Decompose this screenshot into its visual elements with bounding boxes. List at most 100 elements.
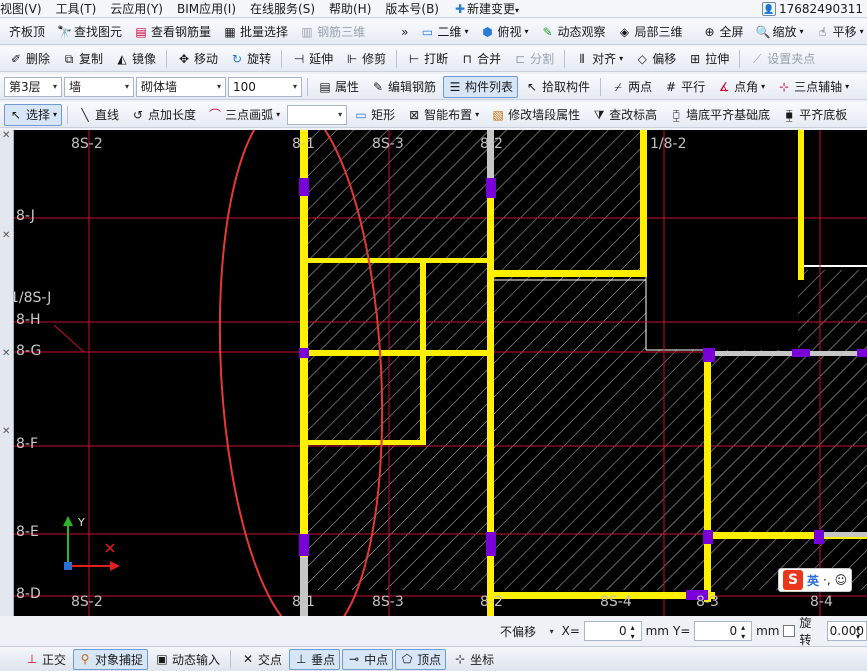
- rotate-button[interactable]: ↻ 旋转: [225, 48, 276, 70]
- merge-icon: ⊓: [462, 51, 472, 66]
- grid-label-bottom: 8S-3: [372, 594, 404, 610]
- properties-button[interactable]: ▤ 属性: [313, 76, 364, 98]
- pick-component-button[interactable]: ↖ 拾取构件: [520, 76, 595, 98]
- select-button[interactable]: ↖ 选择 ▾: [4, 103, 63, 126]
- merge-button[interactable]: ⊓ 合并: [455, 48, 506, 70]
- size-select[interactable]: 100 ▾: [228, 76, 302, 97]
- set-grip-button[interactable]: ⟋ 设置夹点: [745, 48, 820, 70]
- menu-view[interactable]: 视图(V): [0, 0, 42, 17]
- menu-help[interactable]: 帮助(H): [329, 0, 371, 17]
- delete-button[interactable]: ✐ 删除: [4, 48, 55, 70]
- ime-toolbar[interactable]: S 英 ·, ☺: [778, 568, 853, 592]
- rectangle-icon: ▭: [355, 107, 367, 122]
- align-icon: ⫴: [579, 51, 585, 66]
- menu-version[interactable]: 版本号(B): [385, 0, 439, 17]
- view-2d-button[interactable]: ▭ 二维 ▾: [415, 21, 473, 43]
- separator: [307, 77, 308, 96]
- type-select[interactable]: 砌体墙 ▾: [136, 76, 226, 97]
- split-icon: ⊏: [515, 51, 526, 66]
- point-angle-button[interactable]: ∡ 点角 ▾: [712, 76, 770, 98]
- batch-select-button[interactable]: ▦ 批量选择: [218, 21, 293, 43]
- wall-base-align-button[interactable]: ⧮ 墙底平齐基础底: [664, 104, 775, 126]
- mirror-button[interactable]: ◭ 镜像: [110, 48, 161, 70]
- close-icon[interactable]: ✕: [2, 426, 10, 437]
- view-rebar-qty-button[interactable]: ▤ 查看钢筋量: [129, 21, 216, 43]
- y-input[interactable]: 0: [694, 621, 753, 641]
- ortho-toggle[interactable]: ⊥ 正交: [20, 649, 71, 670]
- close-icon[interactable]: ✕: [2, 348, 10, 359]
- trim-icon: ⊩: [346, 51, 358, 66]
- modify-wall-props-button[interactable]: ▧ 修改墙段属性: [486, 104, 585, 126]
- ime-punct[interactable]: ·,: [823, 573, 831, 587]
- rebar-3d-button[interactable]: ▥ 钢筋三维: [295, 21, 370, 43]
- align-slab-bottom-button[interactable]: ⧯ 平齐底板: [777, 104, 852, 126]
- user-area[interactable]: 👤 17682490311: [762, 1, 867, 16]
- separator: [396, 49, 398, 68]
- menu-online[interactable]: 在线服务(S): [250, 0, 315, 17]
- grid-label-bottom: 8-2: [480, 594, 503, 610]
- ime-lang[interactable]: 英: [807, 572, 819, 589]
- offset-mode-select[interactable]: 不偏移 ▾: [496, 621, 558, 641]
- category-select[interactable]: 墙 ▾: [64, 76, 134, 97]
- line-button[interactable]: ╲ 直线: [73, 104, 124, 126]
- three-point-axis-button[interactable]: ⊹ 三点辅轴 ▾: [772, 76, 854, 98]
- move-button[interactable]: ✥ 移动: [172, 48, 223, 70]
- align-board-top-button[interactable]: 齐板顶: [4, 21, 50, 43]
- zoom-button[interactable]: 🔍 缩放 ▾: [751, 21, 809, 43]
- menu-cloud[interactable]: 云应用(Y): [110, 0, 163, 17]
- two-point-button[interactable]: ⌿ 两点: [606, 76, 657, 98]
- x-input[interactable]: 0: [583, 621, 642, 641]
- three-point-arc-button[interactable]: ⌒ 三点画弧 ▾: [203, 104, 285, 126]
- ucs-axis-icon: [63, 516, 120, 571]
- trim-button[interactable]: ⊩ 修剪: [340, 48, 391, 70]
- x-unit: mm: [645, 624, 669, 638]
- snap-coordinate-toggle[interactable]: ⊹ 坐标: [448, 649, 499, 670]
- snap-vertex-toggle[interactable]: ⬠ 顶点: [395, 648, 447, 670]
- menu-new-change[interactable]: ✚ 新建变更▾: [453, 0, 519, 17]
- offset-button[interactable]: ◇ 偏移: [630, 48, 681, 70]
- rotate-input[interactable]: 0.000: [827, 621, 867, 641]
- smart-layout-button[interactable]: ⊠ 智能布置 ▾: [402, 104, 484, 126]
- fullscreen-button[interactable]: ⊕ 全屏: [698, 21, 749, 43]
- split-button[interactable]: ⊏ 分割: [508, 48, 559, 70]
- rotate-checkbox[interactable]: [783, 625, 796, 637]
- edit-rebar-button[interactable]: ✎ 编辑钢筋: [366, 76, 441, 98]
- toolbar-more-button[interactable]: »: [396, 21, 413, 43]
- snap-perpendicular-toggle[interactable]: ⊥ 垂点: [289, 648, 341, 670]
- rectangle-button[interactable]: ▭ 矩形: [349, 104, 400, 126]
- emoji-icon[interactable]: ☺: [835, 573, 848, 587]
- menu-tools[interactable]: 工具(T): [56, 0, 97, 17]
- object-snap-toggle[interactable]: ⚲ 对象捕捉: [73, 648, 149, 670]
- break-icon: ⊢: [408, 51, 420, 66]
- pan-button[interactable]: ☝ 平移 ▾: [811, 21, 867, 43]
- arc-option-select[interactable]: ▾: [287, 104, 348, 125]
- break-button[interactable]: ⊢ 打断: [402, 48, 453, 70]
- drawing-canvas[interactable]: 8S-2 8-1 8S-3 8-2 1/8-2 8S-2 8-1 8S-3 8-…: [14, 130, 867, 616]
- snap-intersection-toggle[interactable]: ✕ 交点: [236, 649, 287, 670]
- slab-void: [646, 130, 798, 350]
- align-button[interactable]: ⫴ 对齐 ▾: [570, 48, 628, 70]
- menu-bim[interactable]: BIM应用(I): [177, 0, 236, 17]
- stretch-button[interactable]: ⊞ 拉伸: [683, 48, 734, 70]
- wall-props-icon: ▧: [492, 107, 504, 122]
- component-list-button[interactable]: ☰ 构件列表: [443, 75, 519, 98]
- top-view-button[interactable]: ⬢ 俯视 ▾: [475, 21, 533, 43]
- extend-button[interactable]: ⊣ 延伸: [287, 48, 338, 70]
- point-length-button[interactable]: ↺ 点加长度: [126, 104, 201, 126]
- separator: [564, 49, 566, 68]
- ortho-icon: ⊥: [26, 652, 38, 666]
- grid-label-left: 8-J: [16, 208, 35, 224]
- check-elevation-button[interactable]: ⧩ 查改标高: [587, 104, 662, 126]
- find-element-button[interactable]: 🔭 查找图元: [52, 21, 127, 43]
- snap-midpoint-toggle[interactable]: ⊸ 中点: [342, 648, 394, 670]
- dynamic-input-toggle[interactable]: ▣ 动态输入: [150, 649, 225, 670]
- close-icon[interactable]: ✕: [2, 230, 10, 241]
- copy-button[interactable]: ⧉ 复制: [57, 48, 108, 70]
- left-panel-strip[interactable]: ✕ ✕ ✕ ✕: [0, 130, 14, 616]
- local-3d-button[interactable]: ◈ 局部三维: [613, 21, 688, 43]
- close-icon[interactable]: ✕: [2, 130, 10, 141]
- dynamic-observe-button[interactable]: ✎ 动态观察: [535, 21, 610, 43]
- grid-label-left: 8-E: [16, 524, 39, 540]
- floor-select[interactable]: 第3层 ▾: [4, 76, 62, 97]
- parallel-button[interactable]: # 平行: [659, 76, 710, 98]
